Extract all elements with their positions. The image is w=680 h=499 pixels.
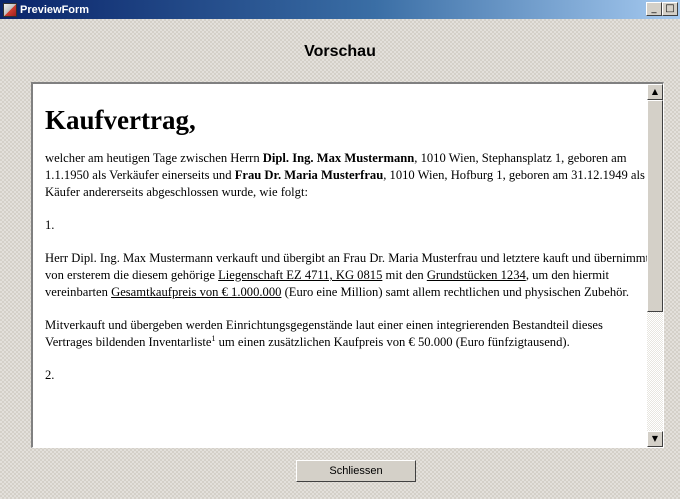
text-span: (Euro eine Million) samt allem rechtlich… bbox=[281, 285, 630, 299]
scroll-up-icon[interactable]: ▲ bbox=[647, 84, 663, 100]
scroll-down-icon[interactable]: ▼ bbox=[647, 431, 663, 447]
document-preview[interactable]: Kaufvertrag, welcher am heutigen Tage zw… bbox=[31, 82, 664, 448]
app-icon bbox=[3, 2, 17, 17]
window-title: PreviewForm bbox=[20, 3, 90, 16]
maximize-button[interactable]: □ bbox=[662, 2, 678, 16]
document-content: Kaufvertrag, welcher am heutigen Tage zw… bbox=[45, 104, 650, 400]
parcel-reference: Grundstücken 1234 bbox=[426, 268, 526, 282]
page-title: Vorschau bbox=[304, 43, 376, 60]
minimize-button[interactable]: _ bbox=[646, 2, 662, 16]
seller-name: Dipl. Ing. Max Mustermann bbox=[262, 151, 415, 165]
close-button[interactable]: Schliessen bbox=[296, 460, 416, 482]
form-body: Vorschau Kaufvertrag, welcher am heutige… bbox=[0, 19, 680, 499]
document-heading: Kaufvertrag, bbox=[45, 105, 196, 135]
text-span: um einen zusätzlichen Kaufpreis von € 50… bbox=[215, 335, 570, 349]
total-price: Gesamtkaufpreis von € 1.000.000 bbox=[111, 285, 282, 299]
section-number-2: 2. bbox=[45, 368, 55, 382]
title-bar: PreviewForm _ □ bbox=[0, 0, 680, 19]
text-span: mit den bbox=[382, 268, 427, 282]
text-span: welcher am heutigen Tage zwischen Herrn bbox=[45, 151, 263, 165]
paragraph-sale: Herr Dipl. Ing. Max Mustermann verkauft … bbox=[45, 250, 650, 301]
property-reference: Liegenschaft EZ 4711, KG 0815 bbox=[218, 268, 383, 282]
scroll-thumb[interactable] bbox=[647, 100, 663, 312]
paragraph-inventory: Mitverkauft und übergeben werden Einrich… bbox=[45, 317, 650, 351]
window-controls: _ □ bbox=[646, 2, 678, 16]
vertical-scrollbar[interactable]: ▲ ▼ bbox=[647, 84, 663, 447]
paragraph-intro: welcher am heutigen Tage zwischen Herrn … bbox=[45, 150, 650, 201]
section-number-1: 1. bbox=[45, 218, 55, 232]
buyer-name: Frau Dr. Maria Musterfrau bbox=[234, 168, 384, 182]
